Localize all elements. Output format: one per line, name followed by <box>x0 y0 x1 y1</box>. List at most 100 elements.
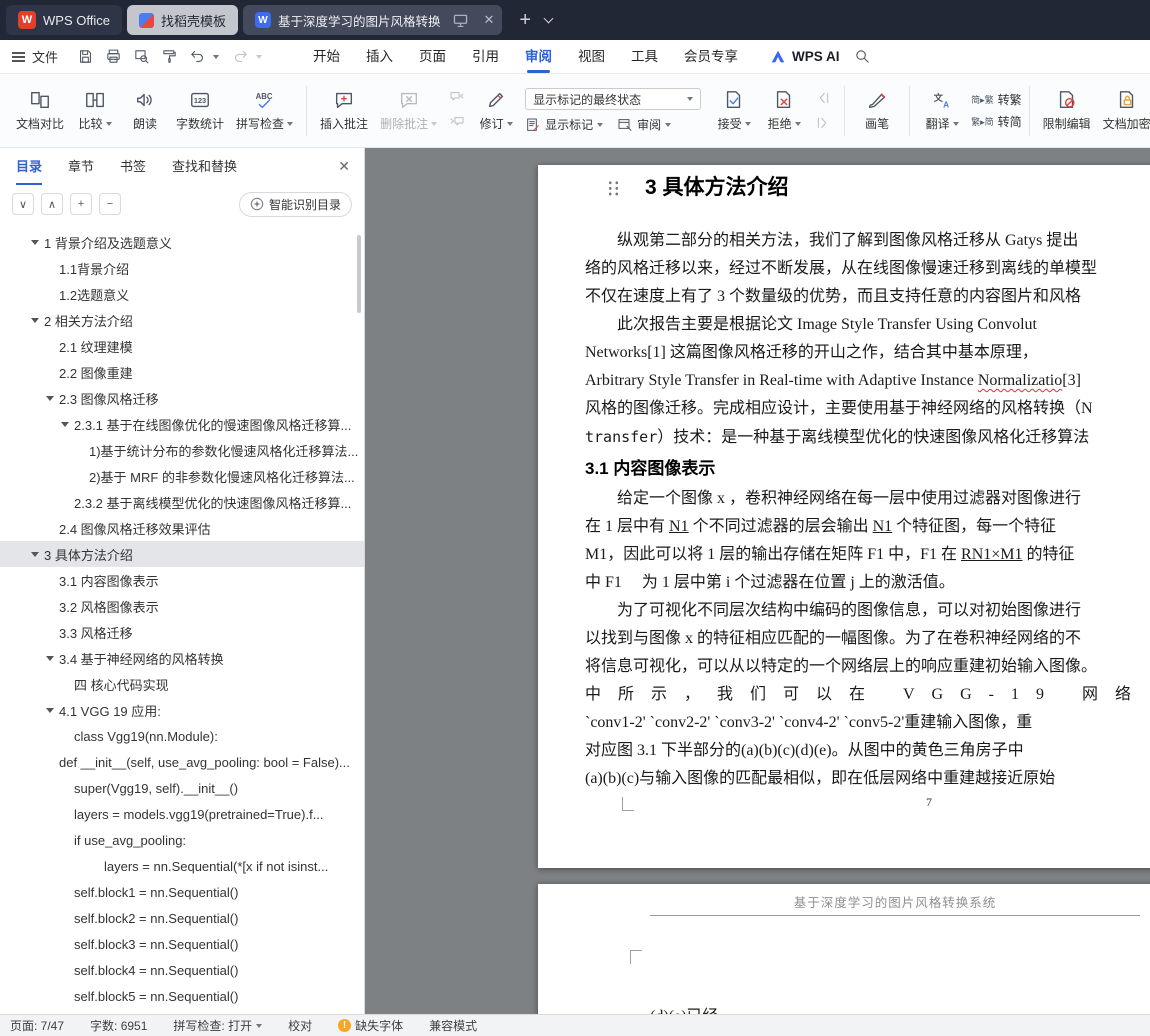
doc-text-line[interactable]: 中 F1 为 1 层中第 i 个过滤器在位置 j 上的激活值。 <box>585 569 1150 597</box>
doc-text-line[interactable]: transfer）技术：是一种基于离线模型优化的快速图像风格化迁移算法 <box>585 423 1150 451</box>
zoom-out-button[interactable]: − <box>99 193 121 215</box>
doc-text-line[interactable]: 中所示，我们可以在 VGG-19 网络 <box>585 681 1150 709</box>
spell-check-button[interactable]: ABC 拼写检查 <box>230 80 299 142</box>
sidebar-tab-查找和替换[interactable]: 查找和替换 <box>172 148 237 185</box>
review-pane-button[interactable]: 审阅 <box>617 116 672 133</box>
read-aloud-button[interactable]: 朗读 <box>120 80 170 142</box>
pen-button[interactable]: 画笔 <box>852 80 902 142</box>
encrypt-button[interactable]: 文档加密 <box>1097 80 1150 142</box>
doc-text-line[interactable]: 将信息可视化，可以从以特定的一个网络层上的响应重建初始输入图像。 <box>585 653 1150 681</box>
toc-item[interactable]: class Vgg19(nn.Module): <box>0 723 364 749</box>
document-page-1[interactable]: 3 具体方法介绍 纵观第二部分的相关方法，我们了解到图像风格迁移从 Gatys 提… <box>538 165 1150 868</box>
toc-item[interactable]: 2.1 纹理建模 <box>0 333 364 359</box>
toc-item[interactable]: 3.1 内容图像表示 <box>0 567 364 593</box>
doc-text-line[interactable]: 以找到与图像 x 的特征相应匹配的一幅图像。为了在卷积神经网络的不 <box>585 625 1150 653</box>
tab-wps-office[interactable]: W WPS Office <box>6 5 122 35</box>
doc-text-line[interactable]: Arbitrary Style Transfer in Real-time wi… <box>585 367 1150 395</box>
doc-text-line[interactable]: Networks[1] 这篇图像风格迁移的开山之作，结合其中基本原理， <box>585 339 1150 367</box>
doc-text-line[interactable]: `conv1-2' `conv2-2' `conv3-2' `conv4-2' … <box>585 709 1150 737</box>
markup-state-select[interactable]: 显示标记的最终状态 <box>525 88 702 110</box>
toc-item[interactable]: def __init__(self, use_avg_pooling: bool… <box>0 749 364 775</box>
doc-text-line[interactable]: (a)(b)(c)与输入图像的匹配最相似，即在低层网络中重建越接近原始 <box>585 765 1150 793</box>
doc-text-line[interactable]: 纵观第二部分的相关方法，我们了解到图像风格迁移从 Gatys 提出 <box>585 227 1150 255</box>
menu-tab-开始[interactable]: 开始 <box>313 40 340 74</box>
toc-item[interactable]: 1.1背景介绍 <box>0 255 364 281</box>
expand-toggle-icon[interactable] <box>31 317 39 323</box>
reject-button[interactable]: 拒绝 <box>759 80 809 142</box>
file-menu-button[interactable]: 文件 <box>12 47 58 66</box>
sidebar-tab-目录[interactable]: 目录 <box>16 148 43 185</box>
toc-item[interactable]: 2.3.2 基于离线模型优化的快速图像风格迁移算... <box>0 489 364 515</box>
doc-text-line[interactable]: 对应图 3.1 下半部分的(a)(b)(c)(d)(e)。从图中的黄色三角房子中 <box>585 737 1150 765</box>
sidebar-tab-章节[interactable]: 章节 <box>68 148 94 185</box>
status-word-count[interactable]: 字数: 6951 <box>90 1017 147 1034</box>
menu-tab-审阅[interactable]: 审阅 <box>525 40 552 74</box>
toc-item[interactable]: 2.3 图像风格迁移 <box>0 385 364 411</box>
toc-item[interactable]: layers = nn.Sequential(*[x if not isinst… <box>0 853 364 879</box>
toc-item[interactable]: 2.3.1 基于在线图像优化的慢速图像风格迁移算... <box>0 411 364 437</box>
toc-item[interactable]: self.block4 = nn.Sequential() <box>0 957 364 983</box>
next-change-button[interactable] <box>811 113 835 133</box>
redo-dropdown-icon[interactable] <box>256 54 263 59</box>
toc-item[interactable]: self.block5 = nn.Sequential() <box>0 983 364 1009</box>
toc-item[interactable]: 1 背景介绍及选题意义 <box>0 229 364 255</box>
zoom-in-button[interactable]: + <box>70 193 92 215</box>
menu-tab-插入[interactable]: 插入 <box>366 40 393 74</box>
expand-toggle-icon[interactable] <box>31 551 39 557</box>
status-spell-check[interactable]: 拼写检查: 打开 <box>173 1017 263 1034</box>
menu-tab-视图[interactable]: 视图 <box>578 40 605 74</box>
tab-docer-templates[interactable]: 找稻壳模板 <box>126 5 238 35</box>
toc-item[interactable]: self.block3 = nn.Sequential() <box>0 931 364 957</box>
sidebar-tab-书签[interactable]: 书签 <box>120 148 146 185</box>
insert-comment-button[interactable]: 插入批注 <box>314 80 374 142</box>
undo-dropdown-icon[interactable] <box>213 54 220 59</box>
toc-item[interactable]: 3.4 基于神经网络的风格转换 <box>0 645 364 671</box>
compare-button[interactable]: 比较 <box>70 80 120 142</box>
toc-item[interactable]: 1.2选题意义 <box>0 281 364 307</box>
doc-text-line[interactable]: 在 1 层中有 N1 个不同过滤器的层会输出 N1 个特征图，每一个特征 <box>585 513 1150 541</box>
collapse-all-button[interactable]: ∨ <box>12 193 34 215</box>
to-simplified-button[interactable]: 繁▸简 转简 <box>971 113 1022 130</box>
wps-ai-button[interactable]: WPS AI <box>769 48 840 66</box>
status-page-count[interactable]: 页面: 7/47 <box>10 1017 64 1034</box>
translate-button[interactable]: 文 A 翻译 <box>917 80 967 142</box>
status-compat-mode[interactable]: 兼容模式 <box>429 1017 477 1034</box>
toc-item[interactable]: 四 核心代码实现 <box>0 671 364 697</box>
next-comment-button[interactable] <box>445 113 469 133</box>
to-traditional-button[interactable]: 简▸繁 转繁 <box>971 91 1022 108</box>
sidebar-scrollbar-thumb[interactable] <box>357 235 361 313</box>
doc-text-line[interactable]: 风格的图像迁移。完成相应设计，主要使用基于神经网络的风格转换（N <box>585 395 1150 423</box>
ai-recognize-toc-button[interactable]: 智能识别目录 <box>238 191 352 217</box>
doc-text-line[interactable]: 络的风格迁移以来，经过不断发展，从在线图像慢速迁移到离线的单模型 <box>585 255 1150 283</box>
print-button[interactable] <box>100 44 126 70</box>
doc-compare-button[interactable]: 文档对比 <box>10 80 70 142</box>
undo-button[interactable] <box>184 44 210 70</box>
doc-text-line[interactable]: (d)(e)已经 <box>650 1002 718 1014</box>
previous-change-button[interactable] <box>811 88 835 108</box>
menu-tab-页面[interactable]: 页面 <box>419 40 446 74</box>
new-tab-button[interactable]: + <box>515 10 535 30</box>
toc-item[interactable]: self.block1 = nn.Sequential() <box>0 879 364 905</box>
save-button[interactable] <box>72 44 98 70</box>
toc-item[interactable]: 4.1 VGG 19 应用: <box>0 697 364 723</box>
doc-text-line[interactable]: 不仅在速度上有了 3 个数量级的优势，而且支持任意的内容图片和风格 <box>585 283 1150 311</box>
menu-tab-工具[interactable]: 工具 <box>631 40 658 74</box>
doc-text-line[interactable]: 为了可视化不同层次结构中编码的图像信息，可以对初始图像进行 <box>585 597 1150 625</box>
expand-all-button[interactable]: ∧ <box>41 193 63 215</box>
show-markup-button[interactable]: 显示标记 <box>525 116 604 133</box>
expand-toggle-icon[interactable] <box>46 395 54 401</box>
search-button[interactable] <box>850 44 876 70</box>
toc-item[interactable]: 1)基于统计分布的参数化慢速风格化迁移算法... <box>0 437 364 463</box>
previous-comment-button[interactable] <box>445 88 469 108</box>
toc-item[interactable]: layers = models.vgg19(pretrained=True).f… <box>0 801 364 827</box>
accept-button[interactable]: 接受 <box>709 80 759 142</box>
toc-item[interactable]: 3 具体方法介绍 <box>0 541 364 567</box>
status-missing-font[interactable]: ! 缺失字体 <box>338 1017 403 1034</box>
menu-tab-会员专享[interactable]: 会员专享 <box>684 40 738 74</box>
restrict-edit-button[interactable]: 限制编辑 <box>1037 80 1097 142</box>
tab-close-icon[interactable]: ✕ <box>483 12 494 28</box>
delete-comment-button[interactable]: 删除批注 <box>374 80 443 142</box>
document-canvas[interactable]: 3 具体方法介绍 纵观第二部分的相关方法，我们了解到图像风格迁移从 Gatys 提… <box>365 148 1150 1014</box>
word-count-button[interactable]: 123 字数统计 <box>170 80 230 142</box>
toc-item[interactable]: self.block2 = nn.Sequential() <box>0 905 364 931</box>
